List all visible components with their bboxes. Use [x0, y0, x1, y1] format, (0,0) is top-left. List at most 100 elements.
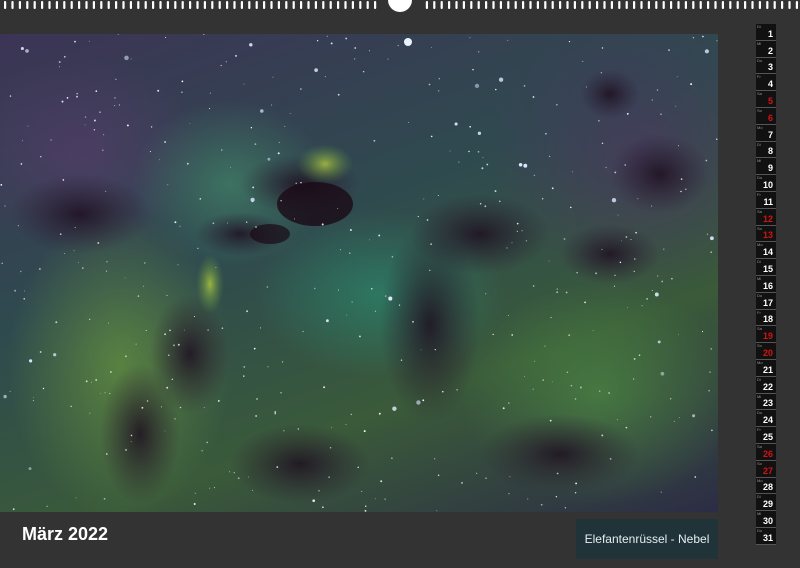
star	[337, 93, 340, 96]
star	[197, 247, 199, 249]
star	[601, 248, 603, 250]
star	[585, 86, 587, 88]
star	[246, 310, 249, 313]
binding-ring	[70, 1, 73, 9]
star	[250, 126, 253, 129]
star	[214, 487, 215, 489]
binding-ring	[18, 1, 21, 9]
star	[272, 76, 274, 78]
weekday-label: Mo	[757, 359, 763, 365]
star	[601, 434, 604, 437]
star	[189, 123, 191, 124]
star	[701, 331, 704, 333]
star	[202, 34, 205, 35]
star	[651, 205, 653, 207]
star	[564, 507, 567, 509]
binding-ring	[166, 1, 169, 9]
star	[253, 347, 256, 350]
weekday-label: Mi	[757, 393, 762, 399]
binding-ring	[581, 1, 584, 9]
star	[150, 126, 153, 128]
star	[423, 198, 425, 200]
binding-ring	[26, 1, 29, 9]
star	[63, 55, 66, 58]
star	[95, 90, 98, 92]
star	[430, 46, 432, 48]
star	[582, 60, 584, 62]
binding-ring	[107, 1, 110, 9]
star	[625, 236, 628, 238]
caption-box: Elefantenrüssel - Nebel	[576, 519, 718, 559]
star	[532, 96, 535, 98]
star	[124, 55, 129, 61]
star	[39, 268, 41, 270]
star	[710, 348, 713, 350]
star	[468, 150, 470, 153]
star	[516, 230, 518, 232]
star	[454, 122, 458, 126]
star	[323, 386, 326, 389]
star	[165, 36, 167, 39]
star	[243, 375, 245, 377]
day-number: 4	[767, 79, 773, 90]
star	[637, 198, 639, 200]
star	[668, 49, 670, 52]
star	[485, 293, 487, 295]
binding-ring	[189, 1, 192, 9]
star	[428, 83, 431, 86]
star	[289, 112, 291, 114]
star	[108, 322, 110, 324]
star	[157, 89, 160, 92]
star	[506, 247, 508, 249]
calendar-day: Do 31	[756, 527, 776, 545]
star	[66, 97, 69, 99]
star	[613, 285, 615, 287]
star	[84, 116, 87, 118]
star	[576, 272, 578, 274]
star	[702, 35, 704, 38]
star	[630, 239, 632, 240]
star	[106, 261, 108, 263]
binding-ring	[277, 1, 280, 9]
binding-ring	[152, 1, 155, 9]
star	[117, 34, 119, 35]
star	[255, 226, 257, 228]
calendar-day: Di 29	[756, 494, 776, 512]
star	[339, 249, 342, 251]
star	[95, 379, 98, 381]
binding-ring	[677, 1, 680, 9]
star	[437, 195, 439, 196]
star	[74, 40, 76, 43]
star	[673, 420, 675, 422]
star	[361, 490, 363, 492]
star	[482, 156, 484, 158]
star	[507, 39, 509, 41]
star	[638, 354, 641, 357]
binding-ring	[425, 1, 428, 9]
star	[183, 329, 185, 331]
day-number: 19	[762, 331, 773, 342]
star	[93, 129, 96, 131]
star	[651, 289, 653, 292]
star	[633, 270, 635, 273]
star	[545, 132, 547, 135]
star	[243, 83, 245, 85]
binding-ring	[4, 1, 7, 9]
star	[274, 412, 277, 415]
star	[412, 320, 414, 323]
star	[24, 290, 26, 292]
star	[368, 50, 370, 52]
star	[145, 329, 147, 332]
binding-ring	[129, 1, 132, 9]
star	[369, 239, 370, 241]
binding-ring	[707, 1, 710, 9]
star	[174, 221, 177, 224]
star	[74, 226, 76, 229]
weekday-label: Mi	[757, 275, 762, 281]
day-number: 22	[762, 381, 773, 392]
star	[70, 405, 72, 408]
star	[284, 125, 286, 127]
star	[550, 317, 552, 319]
weekday-label: Di	[757, 259, 761, 265]
binding-ring	[559, 1, 562, 9]
